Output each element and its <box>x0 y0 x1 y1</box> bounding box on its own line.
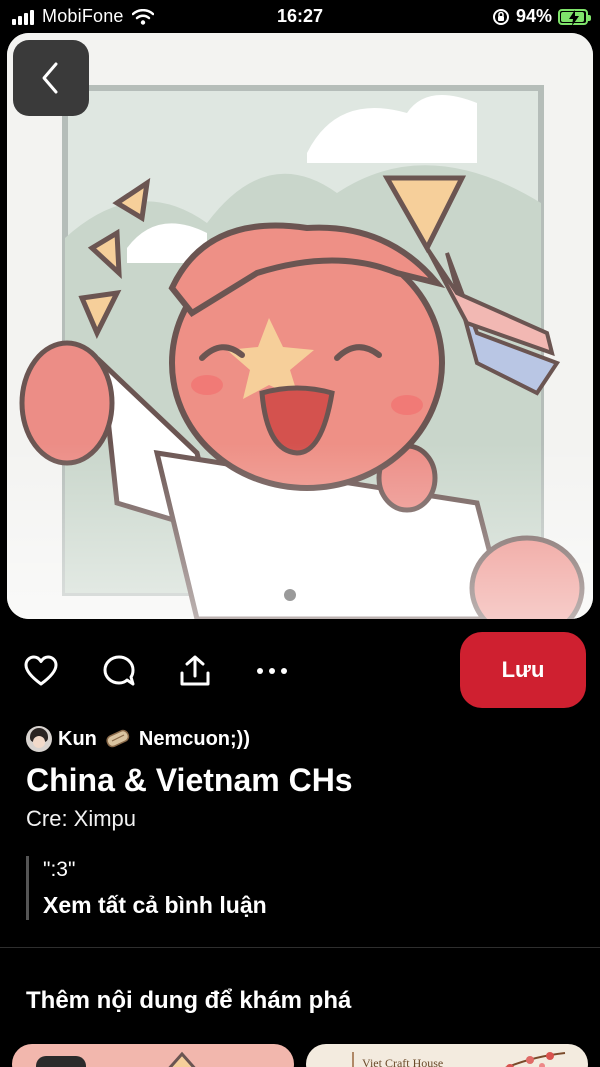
like-button[interactable] <box>22 652 60 690</box>
share-button[interactable] <box>176 652 214 690</box>
divider <box>0 947 600 948</box>
save-button[interactable]: Lưu <box>460 632 586 708</box>
battery-icon <box>558 8 591 26</box>
author-name-part1: Kun <box>58 727 97 750</box>
status-right: 94% <box>492 6 591 27</box>
author-name-part2: Nemcuon;)) <box>138 727 250 750</box>
avatar <box>26 726 52 752</box>
pin-title: China & Vietnam CHs <box>26 762 353 798</box>
share-icon <box>180 655 210 686</box>
top-comment: ":3" <box>43 858 76 881</box>
comment-button[interactable] <box>100 652 138 690</box>
action-bar: Lưu <box>0 632 600 710</box>
comment-icon <box>103 655 135 686</box>
back-icon <box>42 62 58 94</box>
charging-bolt-icon <box>569 9 579 26</box>
see-all-comments-link[interactable]: Xem tất cả bình luận <box>43 892 566 919</box>
blossom-branch-icon <box>505 1052 566 1067</box>
explore-card[interactable]: Viet Craft House <box>306 1044 588 1067</box>
comment-preview[interactable]: ":3" Xem tất cả bình luận <box>26 856 566 920</box>
card-divider <box>352 1052 354 1067</box>
pager-dot-active[interactable] <box>304 589 316 601</box>
explore-card[interactable] <box>12 1044 294 1067</box>
card-text: Viet Craft House <box>362 1056 444 1067</box>
pin-image[interactable] <box>7 33 593 619</box>
battery-percent: 94% <box>515 6 552 26</box>
more-button[interactable] <box>253 652 291 690</box>
pin-description: Cre: Ximpu <box>26 806 137 831</box>
pager-dot[interactable] <box>284 589 296 601</box>
status-bar: MobiFone 16:27 94% <box>0 0 600 34</box>
author-link[interactable]: Kun Nemcuon;)) <box>26 726 250 752</box>
image-pager <box>7 589 593 601</box>
pin-artwork <box>7 33 593 619</box>
rotation-lock-icon <box>492 8 509 25</box>
more-icon <box>257 668 287 674</box>
card-thumbnail-shape <box>36 1056 86 1067</box>
heart-icon <box>24 655 58 686</box>
explore-section-title: Thêm nội dung để khám phá <box>26 987 352 1014</box>
pin-detail-screen: MobiFone 16:27 94% Lưu Kun Nemcuon;)) Ch… <box>0 0 600 1067</box>
kite-icon <box>168 1051 196 1067</box>
spring-roll-icon <box>106 729 130 748</box>
back-button[interactable] <box>13 40 89 116</box>
